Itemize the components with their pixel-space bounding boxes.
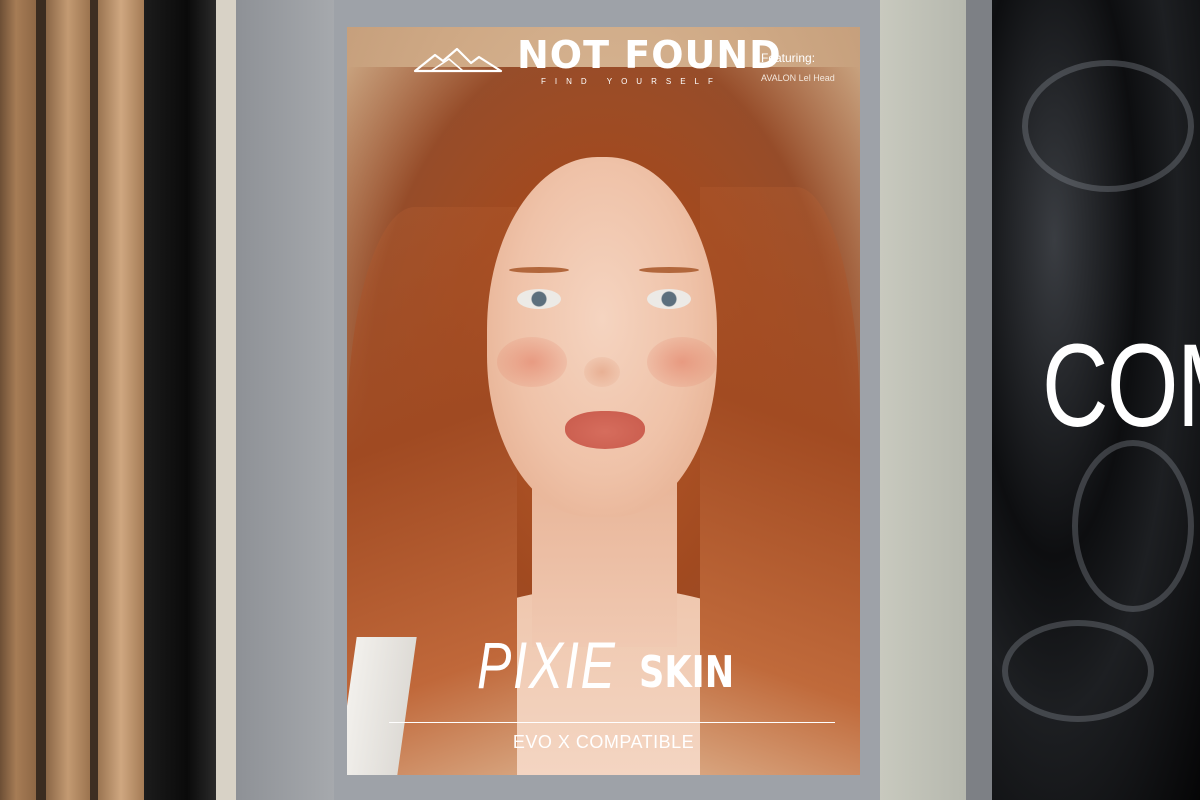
marble-swirl [1002,620,1154,722]
wood-slat-gap [90,0,98,800]
wood-slat [46,0,90,800]
side-sign-text: COM [1042,320,1200,452]
eye-left [517,289,561,309]
wood-slat-gap [36,0,46,800]
black-post [144,0,216,800]
divider [389,722,835,723]
featuring-head: AVALON Lel Head [761,73,835,83]
lips [565,411,645,449]
freckles-left [497,337,567,387]
pale-wall [880,0,966,800]
product-title-light: PIXIE [477,628,617,702]
compatibility-text: EVO X COMPATIBLE [512,732,695,752]
eyebrow-right [639,267,699,273]
wood-slat [0,0,36,800]
brand-tagline: FIND YOURSELF [541,77,722,86]
wood-slat [98,0,144,800]
featuring-label: Featuring: [761,51,816,65]
freckles-right [647,337,717,387]
nose [584,357,620,387]
wall-trim [216,0,236,800]
eyebrow-left [509,267,569,273]
marble-swirl [1022,60,1194,192]
eye-right [647,289,691,309]
product-title-bold: SKIN [639,647,735,698]
ad-poster[interactable]: NOT FOUND FIND YOURSELF Featuring: AVALO… [347,27,860,775]
gray-wall [236,0,334,800]
mountain-icon [413,47,503,73]
panel-edge [966,0,992,800]
marble-swirl [1072,440,1194,612]
brand-name: NOT FOUND [517,33,782,77]
